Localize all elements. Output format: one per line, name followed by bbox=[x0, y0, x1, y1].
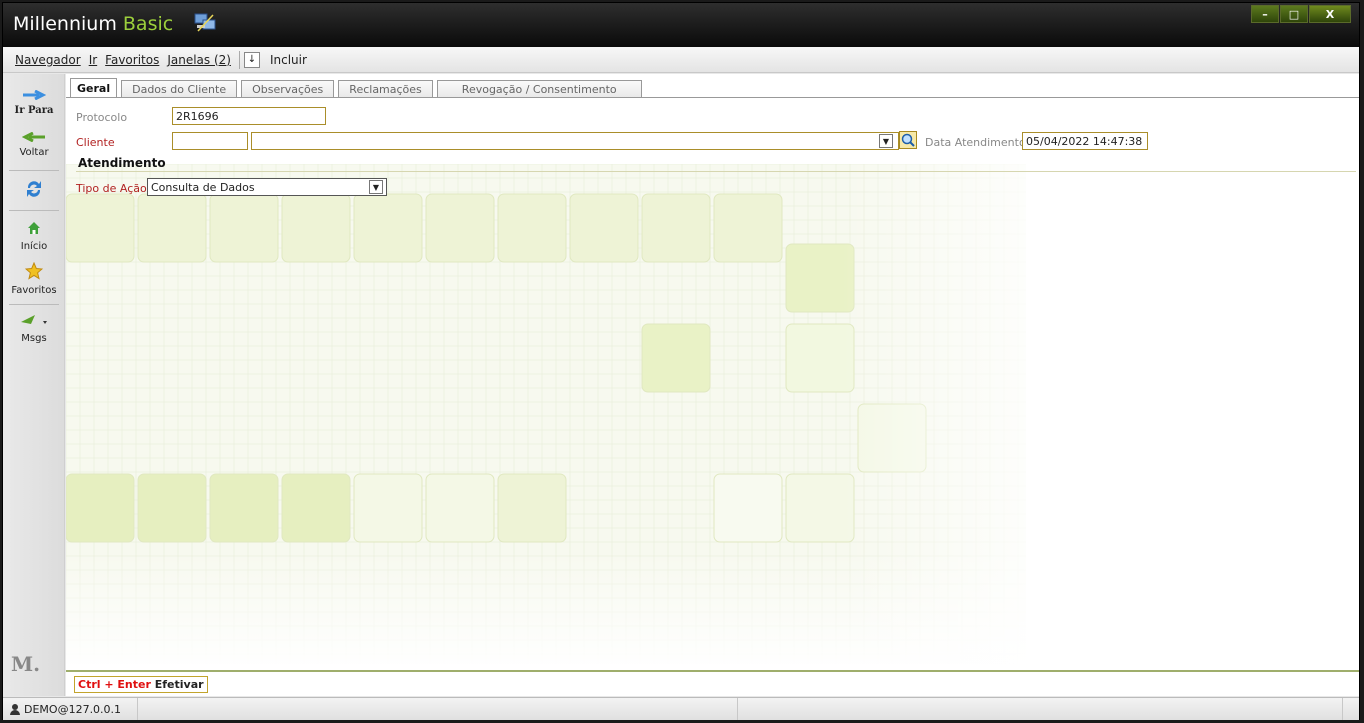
cliente-name-combo[interactable] bbox=[251, 132, 899, 150]
maximize-button[interactable]: □ bbox=[1280, 5, 1308, 23]
app-title-accent: Basic bbox=[122, 13, 174, 35]
down-arrow-icon[interactable]: ↓ bbox=[243, 51, 260, 68]
window-controls: – □ X bbox=[1251, 5, 1351, 23]
home-icon bbox=[28, 222, 40, 234]
menu-bar: Navegador Ir Favoritos Janelas (2) ↓ Inc… bbox=[3, 47, 1359, 73]
nav-voltar[interactable]: Voltar bbox=[3, 131, 65, 158]
efetivar-button[interactable]: Ctrl + Enter Efetivar bbox=[74, 676, 208, 693]
nav-separator bbox=[9, 210, 59, 211]
nav-favoritos[interactable]: Favoritos bbox=[3, 261, 65, 296]
app-title-main: Millennium bbox=[13, 13, 117, 35]
nav-refresh[interactable] bbox=[3, 178, 65, 203]
tab-dados-do-cliente[interactable]: Dados do Cliente bbox=[121, 80, 238, 98]
tab-strip: Geral Dados do Cliente Observações Recla… bbox=[70, 78, 646, 98]
search-icon[interactable] bbox=[899, 131, 917, 149]
efetivar-shortcut: Ctrl + Enter bbox=[78, 678, 151, 691]
right-arrow-icon bbox=[23, 89, 47, 101]
title-bar[interactable]: Millennium Basic – □ X bbox=[3, 3, 1359, 47]
main-panel: Geral Dados do Cliente Observações Recla… bbox=[66, 74, 1359, 670]
nav-ir-para[interactable]: Ir Para bbox=[3, 89, 65, 116]
status-cell bbox=[738, 698, 1343, 720]
tipo-acao-label: Tipo de Ação bbox=[76, 182, 147, 195]
menu-incluir[interactable]: Incluir bbox=[266, 53, 311, 67]
chevron-down-icon[interactable]: ▼ bbox=[369, 180, 383, 194]
tab-observacoes[interactable]: Observações bbox=[241, 80, 335, 98]
menu-ir[interactable]: Ir bbox=[85, 53, 101, 67]
refresh-icon bbox=[27, 181, 41, 197]
tipo-acao-select[interactable]: Consulta de Dados bbox=[147, 178, 387, 196]
data-atendimento-label: Data Atendimento bbox=[925, 136, 1026, 149]
protocolo-label: Protocolo bbox=[76, 111, 128, 124]
tab-revogacao-consentimento[interactable]: Revogação / Consentimento bbox=[436, 80, 642, 98]
app-title: Millennium Basic bbox=[13, 13, 173, 35]
status-bar: DEMO@127.0.0.1 bbox=[3, 697, 1359, 720]
close-button[interactable]: X bbox=[1309, 5, 1351, 23]
nav-msgs-label: Msgs bbox=[21, 333, 47, 344]
millennium-logo: M. bbox=[11, 652, 41, 676]
menu-janelas[interactable]: Janelas (2) bbox=[163, 53, 235, 67]
section-atendimento-title: Atendimento bbox=[78, 156, 166, 170]
background-fade bbox=[66, 74, 1359, 670]
network-computers-icon bbox=[194, 13, 216, 32]
nav-voltar-label: Voltar bbox=[19, 147, 49, 158]
nav-msgs[interactable]: Msgs bbox=[3, 312, 65, 344]
data-atendimento-field[interactable]: 05/04/2022 14:47:38 bbox=[1022, 132, 1148, 150]
star-icon bbox=[24, 261, 44, 280]
nav-inicio-label: Início bbox=[20, 241, 48, 252]
efetivar-label: Efetivar bbox=[154, 678, 204, 691]
action-bar: Ctrl + Enter Efetivar bbox=[66, 670, 1359, 696]
user-icon bbox=[10, 704, 20, 715]
menu-separator bbox=[238, 50, 240, 69]
left-nav: Ir Para Voltar Início Favoritos Msgs M. bbox=[3, 74, 65, 696]
nav-ir-para-label: Ir Para bbox=[14, 105, 54, 116]
cliente-label: Cliente bbox=[76, 136, 115, 149]
status-user-text: DEMO@127.0.0.1 bbox=[24, 702, 122, 716]
tab-geral[interactable]: Geral bbox=[70, 78, 118, 98]
status-user: DEMO@127.0.0.1 bbox=[3, 698, 138, 720]
menu-navegador[interactable]: Navegador bbox=[11, 53, 85, 67]
status-cell bbox=[138, 698, 738, 720]
app-window: Millennium Basic – □ X Navegador Ir Favo… bbox=[2, 2, 1360, 720]
cliente-code-field[interactable] bbox=[172, 132, 248, 150]
tab-divider bbox=[66, 97, 1359, 98]
section-divider bbox=[76, 171, 1356, 172]
nav-favoritos-label: Favoritos bbox=[11, 285, 57, 296]
left-arrow-icon bbox=[21, 131, 45, 143]
message-icon bbox=[21, 315, 47, 324]
nav-separator bbox=[9, 170, 59, 171]
protocolo-field[interactable]: 2R1696 bbox=[172, 107, 326, 125]
menu-favoritos[interactable]: Favoritos bbox=[101, 53, 163, 67]
nav-separator bbox=[9, 304, 59, 305]
tab-reclamacoes[interactable]: Reclamações bbox=[338, 80, 433, 98]
minimize-button[interactable]: – bbox=[1251, 5, 1279, 23]
chevron-down-icon[interactable]: ▼ bbox=[879, 134, 893, 148]
nav-inicio[interactable]: Início bbox=[3, 220, 65, 252]
